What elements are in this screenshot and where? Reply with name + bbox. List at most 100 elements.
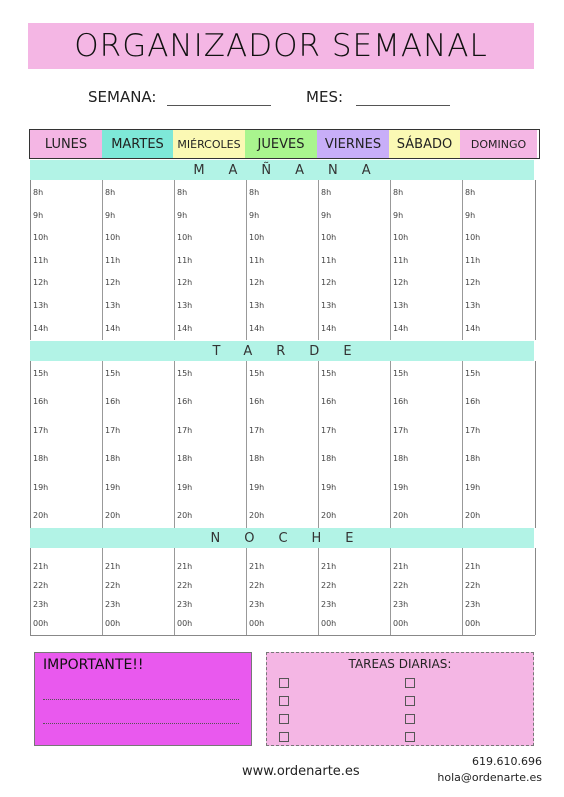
hour-slot[interactable]: 00h	[465, 619, 480, 628]
hour-slot[interactable]: 15h	[249, 369, 264, 378]
hour-slot[interactable]: 00h	[321, 619, 336, 628]
hour-slot[interactable]: 20h	[33, 511, 48, 520]
hour-slot[interactable]: 23h	[465, 600, 480, 609]
hour-slot[interactable]: 18h	[105, 454, 120, 463]
hour-slot[interactable]: 12h	[177, 278, 192, 287]
hour-slot[interactable]: 15h	[321, 369, 336, 378]
hour-slot[interactable]: 9h	[105, 211, 115, 220]
hour-slot[interactable]: 23h	[249, 600, 264, 609]
hour-slot[interactable]: 11h	[465, 256, 480, 265]
hour-slot[interactable]: 18h	[249, 454, 264, 463]
hour-slot[interactable]: 15h	[33, 369, 48, 378]
task-checkbox[interactable]	[405, 732, 415, 742]
hour-slot[interactable]: 16h	[33, 397, 48, 406]
hour-slot[interactable]: 13h	[393, 301, 408, 310]
hour-slot[interactable]: 23h	[393, 600, 408, 609]
hour-slot[interactable]: 10h	[249, 233, 264, 242]
task-checkbox[interactable]	[405, 696, 415, 706]
hour-slot[interactable]: 20h	[321, 511, 336, 520]
hour-slot[interactable]: 9h	[249, 211, 259, 220]
hour-slot[interactable]: 17h	[33, 426, 48, 435]
hour-slot[interactable]: 12h	[33, 278, 48, 287]
hour-slot[interactable]: 9h	[393, 211, 403, 220]
hour-slot[interactable]: 13h	[321, 301, 336, 310]
hour-slot[interactable]: 13h	[33, 301, 48, 310]
hour-slot[interactable]: 19h	[177, 483, 192, 492]
hour-slot[interactable]: 14h	[321, 324, 336, 333]
hour-slot[interactable]: 16h	[321, 397, 336, 406]
hour-slot[interactable]: 15h	[177, 369, 192, 378]
hour-slot[interactable]: 21h	[105, 562, 120, 571]
hour-slot[interactable]: 14h	[465, 324, 480, 333]
hour-slot[interactable]: 12h	[465, 278, 480, 287]
importante-box[interactable]: IMPORTANTE!!	[34, 652, 252, 746]
hour-slot[interactable]: 17h	[321, 426, 336, 435]
hour-slot[interactable]: 15h	[465, 369, 480, 378]
hour-slot[interactable]: 15h	[393, 369, 408, 378]
hour-slot[interactable]: 8h	[177, 188, 187, 197]
hour-slot[interactable]: 8h	[105, 188, 115, 197]
hour-slot[interactable]: 16h	[249, 397, 264, 406]
hour-slot[interactable]: 22h	[321, 581, 336, 590]
hour-slot[interactable]: 13h	[105, 301, 120, 310]
hour-slot[interactable]: 13h	[249, 301, 264, 310]
hour-slot[interactable]: 17h	[465, 426, 480, 435]
hour-slot[interactable]: 16h	[105, 397, 120, 406]
hour-slot[interactable]: 20h	[105, 511, 120, 520]
hour-slot[interactable]: 20h	[177, 511, 192, 520]
hour-slot[interactable]: 19h	[465, 483, 480, 492]
hour-slot[interactable]: 11h	[33, 256, 48, 265]
hour-slot[interactable]: 15h	[105, 369, 120, 378]
hour-slot[interactable]: 22h	[465, 581, 480, 590]
hour-slot[interactable]: 12h	[393, 278, 408, 287]
hour-slot[interactable]: 9h	[177, 211, 187, 220]
hour-slot[interactable]: 17h	[177, 426, 192, 435]
hour-slot[interactable]: 17h	[249, 426, 264, 435]
hour-slot[interactable]: 23h	[33, 600, 48, 609]
hour-slot[interactable]: 20h	[465, 511, 480, 520]
hour-slot[interactable]: 9h	[321, 211, 331, 220]
hour-slot[interactable]: 17h	[105, 426, 120, 435]
hour-slot[interactable]: 21h	[393, 562, 408, 571]
hour-slot[interactable]: 22h	[105, 581, 120, 590]
hour-slot[interactable]: 22h	[33, 581, 48, 590]
hour-slot[interactable]: 18h	[177, 454, 192, 463]
hour-slot[interactable]: 23h	[177, 600, 192, 609]
hour-slot[interactable]: 22h	[393, 581, 408, 590]
hour-slot[interactable]: 9h	[33, 211, 43, 220]
hour-slot[interactable]: 20h	[393, 511, 408, 520]
hour-slot[interactable]: 19h	[33, 483, 48, 492]
hour-slot[interactable]: 16h	[177, 397, 192, 406]
hour-slot[interactable]: 18h	[321, 454, 336, 463]
task-checkbox[interactable]	[279, 696, 289, 706]
task-checkbox[interactable]	[405, 678, 415, 688]
hour-slot[interactable]: 12h	[105, 278, 120, 287]
hour-slot[interactable]: 8h	[465, 188, 475, 197]
task-checkbox[interactable]	[279, 678, 289, 688]
hour-slot[interactable]: 9h	[465, 211, 475, 220]
hour-slot[interactable]: 10h	[465, 233, 480, 242]
hour-slot[interactable]: 18h	[465, 454, 480, 463]
website-link[interactable]: www.ordenarte.es	[242, 764, 360, 779]
hour-slot[interactable]: 17h	[393, 426, 408, 435]
hour-slot[interactable]: 00h	[33, 619, 48, 628]
hour-slot[interactable]: 11h	[393, 256, 408, 265]
hour-slot[interactable]: 14h	[105, 324, 120, 333]
hour-slot[interactable]: 11h	[105, 256, 120, 265]
hour-slot[interactable]: 16h	[393, 397, 408, 406]
hour-slot[interactable]: 10h	[321, 233, 336, 242]
hour-slot[interactable]: 18h	[33, 454, 48, 463]
importante-line[interactable]	[43, 723, 239, 724]
hour-slot[interactable]: 10h	[33, 233, 48, 242]
hour-slot[interactable]: 8h	[33, 188, 43, 197]
semana-field[interactable]	[167, 105, 272, 106]
hour-slot[interactable]: 21h	[177, 562, 192, 571]
hour-slot[interactable]: 18h	[393, 454, 408, 463]
hour-slot[interactable]: 23h	[105, 600, 120, 609]
importante-line[interactable]	[43, 699, 239, 700]
hour-slot[interactable]: 14h	[177, 324, 192, 333]
hour-slot[interactable]: 10h	[393, 233, 408, 242]
hour-slot[interactable]: 11h	[249, 256, 264, 265]
task-checkbox[interactable]	[279, 732, 289, 742]
hour-slot[interactable]: 13h	[177, 301, 192, 310]
